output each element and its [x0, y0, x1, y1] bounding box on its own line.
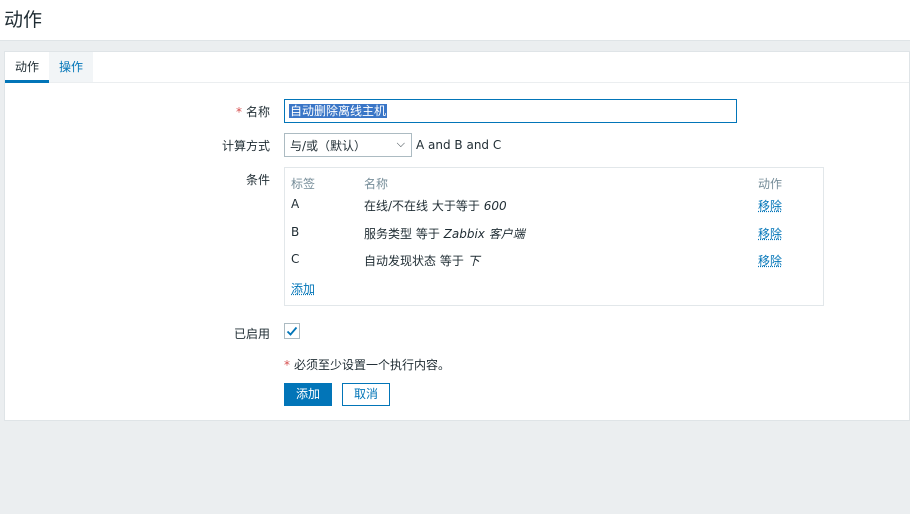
- conditions-table: 标签 名称 动作 A 在线/不在线 大于等于 600 移除 B 服务类型 等于 …: [284, 167, 824, 306]
- checkmark-icon: [286, 326, 298, 336]
- tab-operations[interactable]: 操作: [49, 52, 94, 82]
- col-header-tag: 标签: [291, 177, 316, 191]
- name-field-value: 自动删除离线主机: [289, 104, 388, 118]
- conditions-label: 条件: [245, 173, 270, 187]
- condition-name: 自动发现状态 等于 下: [364, 254, 480, 268]
- condition-name: 服务类型 等于 Zabbix 客户端: [364, 227, 525, 241]
- remove-condition-link[interactable]: 移除: [758, 252, 782, 269]
- add-button[interactable]: 添加: [284, 383, 332, 406]
- condition-name: 在线/不在线 大于等于 600: [364, 199, 507, 213]
- name-field[interactable]: 自动删除离线主机: [284, 99, 737, 123]
- calc-method-value: 与/或（默认）: [290, 139, 367, 153]
- enabled-label: 已启用: [233, 327, 270, 341]
- action-form-panel: 动作 操作 * 名称 自动删除离线主机 计算方式 与/或（默认） ⌵ A and …: [4, 51, 910, 421]
- required-note: * 必须至少设置一个执行内容。: [284, 358, 451, 372]
- page-title: 动作: [4, 9, 43, 31]
- enabled-checkbox[interactable]: [284, 323, 300, 339]
- calc-method-select[interactable]: 与/或（默认） ⌵: [284, 133, 412, 157]
- calc-formula: A and B and C: [416, 138, 502, 152]
- page-header: 动作: [0, 0, 910, 41]
- name-label: * 名称: [235, 105, 270, 119]
- required-mark: *: [235, 105, 242, 119]
- remove-condition-link[interactable]: 移除: [758, 197, 782, 214]
- required-mark: *: [284, 358, 290, 372]
- tab-action[interactable]: 动作: [5, 52, 50, 83]
- calc-method-label: 计算方式: [221, 139, 270, 153]
- condition-tag: B: [291, 225, 300, 239]
- col-header-action: 动作: [758, 177, 783, 191]
- col-header-name: 名称: [364, 177, 389, 191]
- chevron-down-icon: ⌵: [396, 137, 405, 150]
- tab-bar: 动作 操作: [5, 52, 909, 83]
- condition-tag: A: [291, 197, 300, 211]
- add-condition-link[interactable]: 添加: [291, 280, 315, 297]
- cancel-button[interactable]: 取消: [342, 383, 390, 406]
- remove-condition-link[interactable]: 移除: [758, 225, 782, 242]
- condition-tag: C: [291, 252, 300, 266]
